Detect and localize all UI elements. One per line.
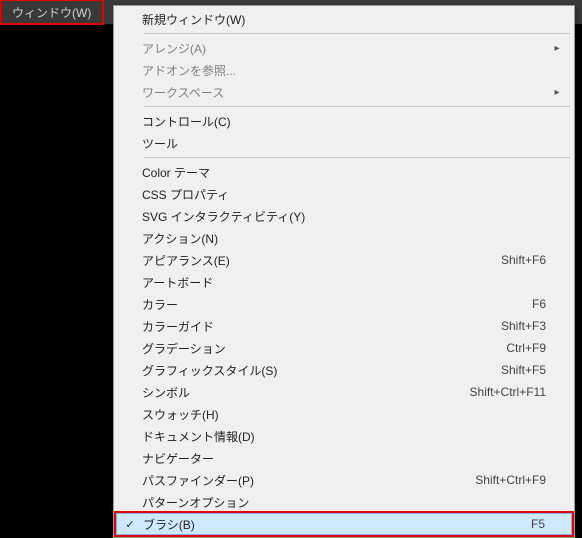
- menubar-item-label: ウィンドウ(W): [12, 4, 91, 21]
- menu-item-label: カラー: [142, 296, 532, 313]
- menu-item[interactable]: アピアランス(E)Shift+F6: [116, 249, 572, 271]
- menu-item-label: スウォッチ(H): [142, 406, 552, 423]
- menu-item[interactable]: ✓ブラシ(B)F5: [116, 513, 572, 535]
- menu-item-shortcut: F5: [531, 517, 551, 531]
- menu-item[interactable]: ドキュメント情報(D): [116, 425, 572, 447]
- check-icon: ✓: [117, 518, 143, 531]
- menubar-item-window[interactable]: ウィンドウ(W): [0, 0, 103, 24]
- menu-item-shortcut: Shift+Ctrl+F11: [470, 385, 552, 399]
- menu-item-shortcut: Shift+F6: [501, 253, 552, 267]
- menu-item-shortcut: Shift+F3: [501, 319, 552, 333]
- menu-item-label: アピアランス(E): [142, 252, 501, 269]
- menu-item[interactable]: グラデーションCtrl+F9: [116, 337, 572, 359]
- menu-item: アレンジ(A)▸: [116, 37, 572, 59]
- menu-item-label: アートボード: [142, 274, 552, 291]
- menu-item[interactable]: アートボード: [116, 271, 572, 293]
- menu-item-shortcut: Ctrl+F9: [506, 341, 552, 355]
- window-menu-dropdown: 新規ウィンドウ(W)アレンジ(A)▸アドオンを参照...ワークスペース▸コントロ…: [113, 5, 575, 538]
- menu-item[interactable]: コントロール(C): [116, 110, 572, 132]
- menu-item-label: コントロール(C): [142, 113, 552, 130]
- menu-item-label: 新規ウィンドウ(W): [142, 11, 552, 28]
- menu-item: ワークスペース▸: [116, 81, 572, 103]
- menu-item-label: ブラシ(B): [143, 516, 531, 533]
- menu-item[interactable]: シンボルShift+Ctrl+F11: [116, 381, 572, 403]
- menu-item[interactable]: カラーガイドShift+F3: [116, 315, 572, 337]
- menu-item-label: パターンオプション: [142, 494, 552, 511]
- menu-item[interactable]: アクション(N): [116, 227, 572, 249]
- menu-item-shortcut: Shift+Ctrl+F9: [475, 473, 552, 487]
- menu-item-label: アクション(N): [142, 230, 552, 247]
- menu-item[interactable]: グラフィックスタイル(S)Shift+F5: [116, 359, 572, 381]
- menu-item[interactable]: SVG インタラクティビティ(Y): [116, 205, 572, 227]
- menu-item-label: シンボル: [142, 384, 470, 401]
- menu-item[interactable]: パターンオプション: [116, 491, 572, 513]
- menu-item-label: SVG インタラクティビティ(Y): [142, 208, 552, 225]
- menu-item-label: ワークスペース: [142, 84, 552, 101]
- menu-item-label: パスファインダー(P): [142, 472, 475, 489]
- menu-item[interactable]: CSS プロパティ: [116, 183, 572, 205]
- menu-item-label: グラデーション: [142, 340, 506, 357]
- menu-item-label: グラフィックスタイル(S): [142, 362, 501, 379]
- chevron-right-icon: ▸: [552, 87, 562, 98]
- menu-item: アドオンを参照...: [116, 59, 572, 81]
- menu-item[interactable]: カラーF6: [116, 293, 572, 315]
- chevron-right-icon: ▸: [552, 43, 562, 54]
- menu-item-label: アレンジ(A): [142, 40, 552, 57]
- menu-item-shortcut: Shift+F5: [501, 363, 552, 377]
- menu-item[interactable]: ツール: [116, 132, 572, 154]
- menu-item-label: アドオンを参照...: [142, 62, 552, 79]
- menu-item-label: Color テーマ: [142, 164, 552, 181]
- menu-item[interactable]: パスファインダー(P)Shift+Ctrl+F9: [116, 469, 572, 491]
- menu-item[interactable]: Color テーマ: [116, 161, 572, 183]
- menu-item-label: ツール: [142, 135, 552, 152]
- menu-item[interactable]: 新規ウィンドウ(W): [116, 8, 572, 30]
- menu-separator: [144, 106, 570, 107]
- menu-separator: [144, 157, 570, 158]
- menu-item[interactable]: ナビゲーター: [116, 447, 572, 469]
- menu-separator: [144, 33, 570, 34]
- menu-item-label: ドキュメント情報(D): [142, 428, 552, 445]
- menu-item-label: ナビゲーター: [142, 450, 552, 467]
- menu-item[interactable]: スウォッチ(H): [116, 403, 572, 425]
- menu-item-label: カラーガイド: [142, 318, 501, 335]
- menu-item-shortcut: F6: [532, 297, 552, 311]
- menu-item-label: CSS プロパティ: [142, 186, 552, 203]
